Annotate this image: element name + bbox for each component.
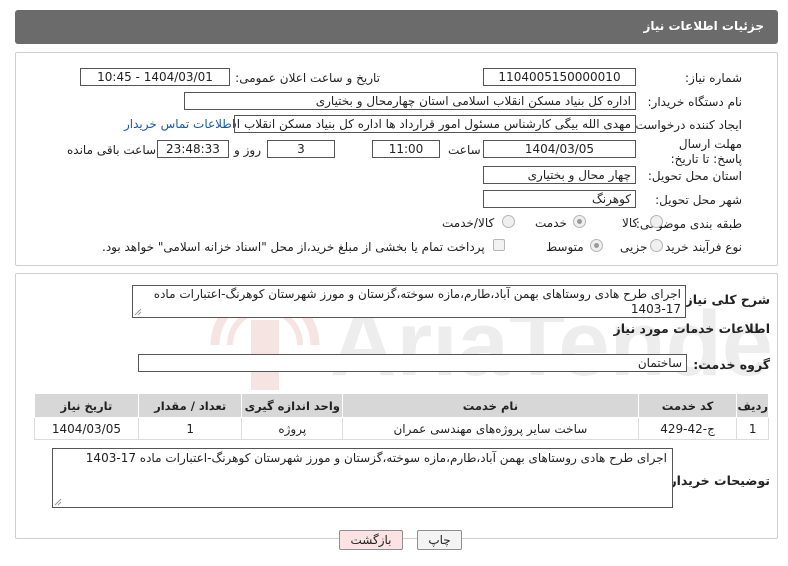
table-header-row: ردیف کد خدمت نام خدمت واحد اندازه گیری ت… [34, 393, 769, 418]
creator-label: ایجاد کننده درخواست: [631, 118, 742, 132]
buyer-contact-link[interactable]: اطلاعات تماس خریدار [124, 117, 235, 131]
col-code: کد خدمت [637, 393, 738, 418]
process-radio-minor[interactable] [650, 239, 663, 252]
remaining-time-field: 23:48:33 [157, 140, 229, 158]
cell-code: ج-42-429 [637, 417, 738, 440]
buyer-org-field: اداره کل بنیاد مسکن انقلاب اسلامی استان … [184, 92, 636, 110]
announce-date-label: تاریخ و ساعت اعلان عمومی: [235, 71, 380, 85]
province-label: استان محل تحویل: [647, 169, 742, 183]
treasury-payment-note: پرداخت تمام یا بخشی از مبلغ خرید،از محل … [102, 240, 485, 254]
category-radio-goods[interactable] [650, 215, 663, 228]
col-qty: تعداد / مقدار [137, 393, 243, 418]
category-option-service: خدمت [535, 216, 567, 230]
need-number-label: شماره نیاز: [685, 71, 742, 85]
table-row: 1 ج-42-429 ساخت سایر پروژه‌های مهندسی عم… [34, 417, 769, 440]
print-button[interactable]: چاپ [417, 530, 462, 550]
deadline-time-label: ساعت [448, 143, 481, 157]
remaining-days-label: روز و [234, 143, 261, 157]
buyer-org-label: نام دستگاه خریدار: [647, 95, 743, 109]
remaining-time-label: ساعت باقی مانده [67, 143, 157, 157]
category-radio-service[interactable] [573, 215, 586, 228]
city-label: شهر محل تحویل: [655, 193, 742, 207]
cell-qty: 1 [137, 417, 243, 440]
cell-unit: پروژه [241, 417, 344, 440]
remaining-days-field: 3 [267, 140, 335, 158]
cell-row: 1 [736, 417, 769, 440]
col-name: نام خدمت [342, 393, 639, 418]
deadline-label: مهلت ارسال پاسخ: تا تاریخ: [670, 137, 742, 166]
treasury-payment-checkbox[interactable] [493, 239, 505, 251]
category-radio-goods-service[interactable] [502, 215, 515, 228]
col-row: ردیف [736, 393, 769, 418]
panel-header: جزئیات اطلاعات نیاز [15, 10, 778, 44]
col-unit: واحد اندازه گیری [241, 393, 344, 418]
creator-field: مهدی الله بیگی کارشناس مسئول امور قراردا… [234, 115, 636, 133]
process-option-minor: جزیی [620, 240, 648, 254]
process-label: نوع فرآیند خرید : [657, 240, 742, 254]
cell-name: ساخت سایر پروژه‌های مهندسی عمران [342, 417, 639, 440]
service-group-field: ساختمان [138, 354, 687, 372]
process-radio-medium[interactable] [590, 239, 603, 252]
buyer-notes-text: اجرای طرح هادی روستاهای بهمن آباد،طارم،م… [52, 448, 673, 508]
service-group-label: گروه خدمت: [693, 357, 770, 372]
resize-grip-icon[interactable] [134, 308, 142, 316]
summary-label: شرح کلی نیاز: [680, 292, 770, 307]
panel-title: جزئیات اطلاعات نیاز [643, 19, 764, 33]
buyer-notes-label: توضیحات خریدار: [664, 473, 770, 488]
category-option-goods: کالا [622, 216, 639, 230]
deadline-date-field: 1404/03/05 [483, 140, 636, 158]
services-title: اطلاعات خدمات مورد نیاز [613, 321, 771, 336]
announce-date-field: 1404/03/01 - 10:45 [80, 68, 230, 86]
province-field: چهار محال و بختیاری [483, 166, 636, 184]
back-button[interactable]: بازگشت [339, 530, 403, 550]
resize-grip-icon[interactable] [54, 498, 62, 506]
col-date: تاریخ نیاز [34, 393, 139, 418]
summary-text: اجرای طرح هادی روستاهای بهمن آباد،طارم،م… [132, 285, 686, 318]
process-option-medium: متوسط [546, 240, 584, 254]
cell-date: 1404/03/05 [34, 417, 139, 440]
need-number-field: 1104005150000010 [483, 68, 636, 86]
deadline-time-field: 11:00 [372, 140, 440, 158]
services-table: ردیف کد خدمت نام خدمت واحد اندازه گیری ت… [34, 393, 769, 440]
category-option-goods-service: کالا/خدمت [442, 216, 495, 230]
city-field: کوهرنگ [483, 190, 636, 208]
